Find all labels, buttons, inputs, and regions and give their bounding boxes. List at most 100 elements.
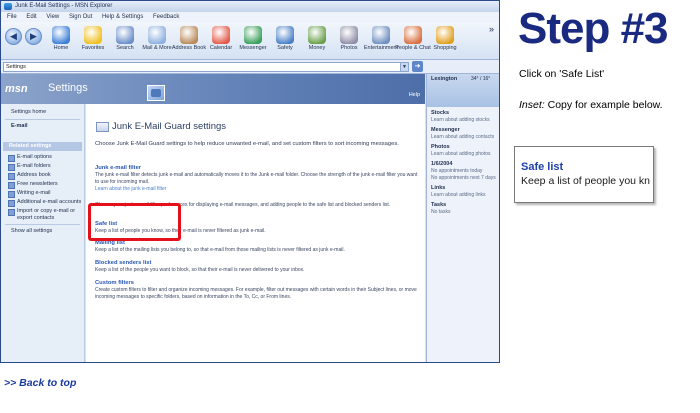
junk-filter-desc: The junk e-mail filter detects junk e-ma… <box>95 172 418 185</box>
messenger-heading[interactable]: Messenger <box>427 126 499 134</box>
toolbar-safety-button[interactable]: Safety <box>270 25 300 59</box>
nav-email-options[interactable]: E-mail options <box>1 153 84 162</box>
star-icon <box>84 26 102 44</box>
toolbar-people-chat-button[interactable]: People & Chat <box>395 25 431 59</box>
entertainment-icon <box>372 26 390 44</box>
main-toolbar: ◀ ▶ Home Favorites Search Mail & More Addres… <box>1 22 499 60</box>
links-text[interactable]: Learn about adding links <box>427 192 499 199</box>
blocked-senders-desc: Keep a list of the people you want to bl… <box>95 267 305 273</box>
address-input[interactable]: Settings <box>3 62 409 72</box>
menu-sign-out[interactable]: Sign Out <box>69 14 92 20</box>
help-link[interactable]: Help <box>409 92 420 98</box>
nav-import-export[interactable]: Import or copy e-mail or export contacts <box>1 207 84 222</box>
inset-heading: Safe list <box>521 161 564 173</box>
custom-filters-desc: Create custom filters to filter and orga… <box>95 287 417 300</box>
menu-view[interactable]: View <box>46 14 59 20</box>
nav-additional-accounts[interactable]: Additional e-mail accounts <box>1 198 84 207</box>
settings-left-nav: Settings home E-mail Related settings E-… <box>1 104 85 362</box>
toolbar-search-button[interactable]: Search <box>110 25 140 59</box>
toolbar-photos-button[interactable]: Photos <box>334 25 364 59</box>
window-title: Junk E-Mail Settings - MSN Explorer <box>15 3 113 9</box>
tasks-heading[interactable]: Tasks <box>427 201 499 209</box>
safe-list-highlight <box>88 203 181 241</box>
junk-filter-link[interactable]: Junk e-mail filter <box>95 164 421 172</box>
divider <box>5 224 80 225</box>
msn-app-icon <box>4 3 12 10</box>
settings-home-link[interactable]: Settings home <box>1 108 84 117</box>
back-button[interactable]: ◀ <box>5 28 22 45</box>
messenger-text[interactable]: Learn about adding contacts <box>427 134 499 141</box>
menu-edit[interactable]: Edit <box>26 14 36 20</box>
photos-icon <box>340 26 358 44</box>
search-icon <box>116 26 134 44</box>
address-dropdown-icon[interactable]: ▼ <box>400 62 409 72</box>
toolbar-entertainment-button[interactable]: Entertainment <box>364 25 398 59</box>
page-title: Junk E-Mail Guard settings <box>112 121 227 132</box>
toolbar-calendar-button[interactable]: Calendar <box>206 25 236 59</box>
msn-settings-header: msn Settings Help <box>1 74 425 104</box>
photos-text[interactable]: Learn about adding photos <box>427 151 499 158</box>
shield-icon <box>276 26 294 44</box>
tasks-text: No tasks <box>431 209 451 215</box>
email-heading: E-mail <box>11 123 28 129</box>
section-custom-filters: Custom filters Create custom filters to … <box>95 279 421 300</box>
instruction-text: Click on 'Safe List' <box>519 68 605 80</box>
toolbar-button-label: Shopping <box>433 45 457 51</box>
step-title: Step #3 <box>518 4 669 53</box>
weather-location[interactable]: Lexington <box>431 76 457 82</box>
nav-free-newsletters[interactable]: Free newsletters <box>1 180 84 189</box>
weather-panel: Lexington 34° / 16° <box>427 74 499 107</box>
toolbar-mail-more-button[interactable]: Mail & More <box>142 25 172 59</box>
calendar-today-text: No appointments today <box>431 168 483 174</box>
inset-zoom: Safe list Keep a list of people you kn <box>514 146 654 203</box>
envelope-icon <box>96 122 109 132</box>
inset-note: Inset: Copy for example below. <box>519 99 663 111</box>
go-button[interactable]: ➜ <box>412 61 423 72</box>
inset-note-text: Copy for example below. <box>544 99 663 111</box>
address-book-icon <box>180 26 198 44</box>
back-to-top-link[interactable]: >> Back to top <box>4 377 76 389</box>
links-heading[interactable]: Links <box>427 184 499 192</box>
divider <box>5 119 80 120</box>
nav-email-folders[interactable]: E-mail folders <box>1 162 84 171</box>
nav-address-book[interactable]: Address book <box>1 171 84 180</box>
section-junk-filter: Junk e-mail filter The junk e-mail filte… <box>95 164 421 193</box>
menu-bar: File Edit View Sign Out Help & Settings … <box>1 12 499 22</box>
calendar-date[interactable]: 1/6/2004 <box>427 160 499 168</box>
related-settings-heading: Related settings <box>3 142 82 151</box>
mailing-list-desc: Keep a list of the mailing lists you bel… <box>95 247 345 253</box>
people-icon <box>404 26 422 44</box>
header-picture-icon <box>147 85 165 101</box>
inset-description: Keep a list of people you kn <box>521 175 651 187</box>
menu-file[interactable]: File <box>7 14 17 20</box>
address-bar: Settings ▼ ➜ <box>1 60 499 74</box>
toolbar-messenger-button[interactable]: Messenger <box>238 25 268 59</box>
forward-button[interactable]: ▶ <box>25 28 42 45</box>
shopping-icon <box>436 26 454 44</box>
custom-filters-link[interactable]: Custom filters <box>95 279 421 287</box>
toolbar-favorites-button[interactable]: Favorites <box>78 25 108 59</box>
more-chevron-icon[interactable]: » <box>489 24 494 34</box>
menu-help-settings[interactable]: Help & Settings <box>102 14 143 20</box>
money-icon <box>308 26 326 44</box>
section-blocked-senders: Blocked senders list Keep a list of the … <box>95 259 421 274</box>
photos-heading[interactable]: Photos <box>427 143 499 151</box>
show-all-settings-link[interactable]: Show all settings <box>1 227 84 236</box>
title-bar: Junk E-Mail Settings - MSN Explorer <box>1 1 499 12</box>
intro-text: Choose Junk E-Mail Guard settings to hel… <box>95 141 399 147</box>
toolbar-address-book-button[interactable]: Address Book <box>172 25 206 59</box>
toolbar-home-button[interactable]: Home <box>46 25 76 59</box>
toolbar-shopping-button[interactable]: Shopping <box>430 25 460 59</box>
msn-explorer-window: Junk E-Mail Settings - MSN Explorer File… <box>0 0 500 363</box>
nav-writing-email[interactable]: Writing e-mail <box>1 189 84 198</box>
calendar-icon <box>212 26 230 44</box>
calendar-week-text: No appointments next 7 days <box>431 175 496 181</box>
learn-junk-filter-link[interactable]: Learn about the junk e-mail filter <box>95 185 421 193</box>
stocks-text[interactable]: Learn about adding stocks <box>427 117 499 124</box>
stocks-heading[interactable]: Stocks <box>427 109 499 117</box>
menu-feedback[interactable]: Feedback <box>153 14 179 20</box>
toolbar-money-button[interactable]: Money <box>302 25 332 59</box>
blocked-senders-link[interactable]: Blocked senders list <box>95 259 421 267</box>
weather-temperature: 34° / 16° <box>471 76 491 82</box>
butterfly-icon <box>52 26 70 44</box>
